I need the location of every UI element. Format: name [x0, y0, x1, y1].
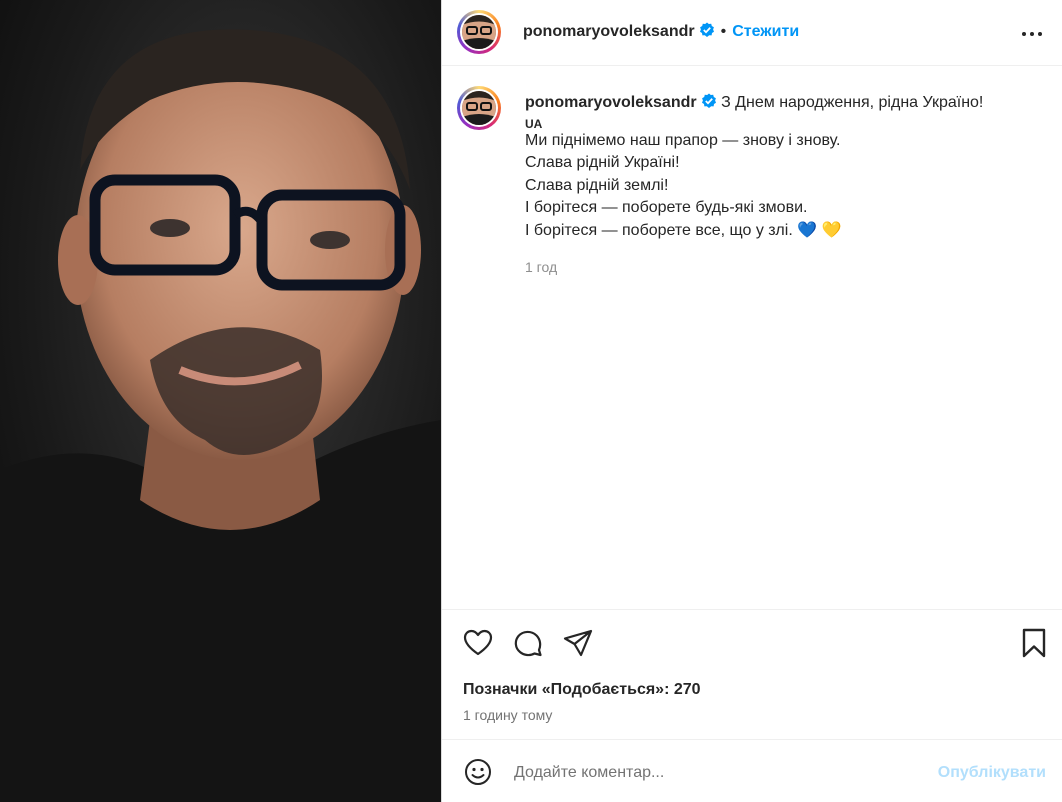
post-photo[interactable]	[0, 0, 441, 802]
comment-bar: Опублікувати	[442, 739, 1062, 802]
follow-button[interactable]: Стежити	[732, 23, 799, 40]
caption-avatar[interactable]	[457, 86, 501, 130]
comment-input[interactable]	[512, 758, 916, 788]
caption-line: І борітеся — поборете все, що у злі.	[525, 221, 793, 239]
comment-icon[interactable]	[512, 627, 544, 659]
caption-line: Слава рідній землі!	[525, 176, 669, 194]
verified-badge-icon	[699, 22, 714, 37]
emoji-icon[interactable]	[463, 757, 493, 787]
heart-icon[interactable]	[462, 627, 494, 659]
caption-first-line: З Днем народження, рідна Україно!	[721, 94, 984, 111]
post-actions: Позначки «Подобається»: 270 1 годину том…	[442, 609, 1062, 739]
more-options-icon[interactable]	[1020, 22, 1044, 46]
caption-time[interactable]: 1 год	[525, 256, 1045, 279]
caption-body: ponomaryovoleksandr З Днем народження, р…	[525, 92, 1045, 279]
header-avatar[interactable]	[457, 10, 501, 54]
header-username[interactable]: ponomaryovoleksandr	[523, 23, 695, 40]
caption-line: Слава рідній Україні!	[525, 154, 680, 171]
post-header: ponomaryovoleksandr • Стежити	[442, 0, 1062, 66]
likes-count[interactable]: Позначки «Подобається»: 270	[463, 681, 701, 699]
caption-line: Ми піднімемо наш прапор — знову і знову.	[525, 131, 841, 149]
caption-line: І борітеся — поборете будь-які змови.	[525, 199, 808, 216]
verified-badge-icon	[701, 93, 716, 108]
bookmark-icon[interactable]	[1018, 627, 1050, 659]
share-icon[interactable]	[562, 627, 594, 659]
caption-username[interactable]: ponomaryovoleksandr	[525, 94, 697, 111]
heart-emojis: 💙 💛	[797, 221, 842, 239]
avatar-image	[462, 15, 496, 49]
avatar-image	[462, 91, 496, 125]
post-panel: ponomaryovoleksandr • Стежити ponomaryovol…	[442, 0, 1062, 802]
portrait-image	[0, 0, 441, 802]
publish-button[interactable]: Опублікувати	[938, 764, 1046, 782]
post-time-ago[interactable]: 1 годину тому	[463, 707, 552, 723]
separator-dot: •	[720, 23, 727, 40]
